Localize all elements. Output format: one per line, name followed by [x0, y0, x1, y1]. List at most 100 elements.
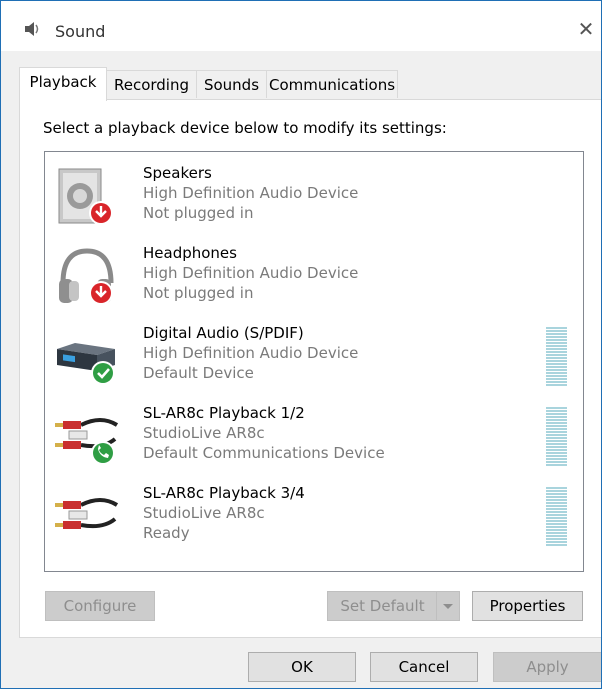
meter-segment: [546, 437, 567, 439]
meter-segment: [546, 330, 567, 332]
tab-recording[interactable]: Recording: [106, 70, 197, 98]
device-name: SL-AR8c Playback 3/4: [143, 484, 305, 502]
default-check-badge: [93, 363, 113, 383]
meter-segment: [546, 502, 567, 504]
device-digital-audio[interactable]: Digital Audio (S/PDIF) High Definition A…: [45, 317, 583, 397]
meter-segment: [546, 336, 567, 338]
meter-segment: [546, 407, 567, 409]
device-driver: High Definition Audio Device: [143, 344, 359, 362]
rca-cable-icon: [55, 418, 119, 465]
meter-segment: [546, 532, 567, 534]
title-bar: Sound ✕: [1, 1, 601, 51]
digital-audio-icon: [57, 343, 115, 385]
meter-segment: [546, 422, 567, 424]
meter-segment: [546, 419, 567, 421]
ok-button[interactable]: OK: [248, 652, 356, 682]
device-headphones[interactable]: Headphones High Definition Audio Device …: [45, 237, 583, 317]
playback-panel: Select a playback device below to modify…: [19, 99, 601, 638]
meter-segment: [546, 363, 567, 365]
meter-segment: [546, 538, 567, 540]
headphones-icon: [59, 248, 114, 305]
meter-segment: [546, 357, 567, 359]
meter-segment: [546, 413, 567, 415]
device-driver: High Definition Audio Device: [143, 184, 359, 202]
meter-segment: [546, 496, 567, 498]
meter-segment: [546, 360, 567, 362]
meter-segment: [546, 544, 567, 546]
meter-segment: [546, 345, 567, 347]
meter-segment: [546, 446, 567, 448]
meter-segment: [546, 425, 567, 427]
tab-communications[interactable]: Communications: [266, 70, 398, 98]
device-status: Not plugged in: [143, 284, 254, 302]
device-name: SL-AR8c Playback 1/2: [143, 404, 305, 422]
meter-segment: [546, 443, 567, 445]
apply-button[interactable]: Apply: [493, 652, 601, 682]
device-status: Default Communications Device: [143, 444, 385, 462]
device-name: Speakers: [143, 164, 212, 182]
meter-segment: [546, 505, 567, 507]
close-icon[interactable]: ✕: [575, 18, 597, 40]
meter-segment: [546, 431, 567, 433]
meter-segment: [546, 452, 567, 454]
meter-segment: [546, 520, 567, 522]
meter-segment: [546, 458, 567, 460]
chevron-down-icon: [443, 604, 453, 609]
meter-segment: [546, 455, 567, 457]
meter-segment: [546, 375, 567, 377]
meter-segment: [546, 434, 567, 436]
device-status: Default Device: [143, 364, 254, 382]
meter-segment: [546, 381, 567, 383]
tab-playback[interactable]: Playback: [19, 67, 107, 101]
sound-dialog: Sound ✕ Playback Recording Sounds Commun…: [0, 0, 602, 689]
meter-segment: [546, 416, 567, 418]
set-default-dropdown[interactable]: [436, 592, 459, 620]
device-sl-ar8c-3-4[interactable]: SL-AR8c Playback 3/4 StudioLive AR8c Rea…: [45, 477, 583, 557]
set-default-button[interactable]: Set Default: [327, 591, 460, 621]
level-meter: [546, 487, 567, 547]
meter-segment: [546, 440, 567, 442]
meter-segment: [546, 508, 567, 510]
meter-segment: [546, 354, 567, 356]
device-status: Ready: [143, 524, 190, 542]
properties-button[interactable]: Properties: [472, 591, 583, 621]
meter-segment: [546, 327, 567, 329]
set-default-label: Set Default: [340, 597, 425, 615]
meter-segment: [546, 490, 567, 492]
meter-segment: [546, 342, 567, 344]
meter-segment: [546, 461, 567, 463]
meter-segment: [546, 449, 567, 451]
meter-segment: [546, 410, 567, 412]
meter-segment: [546, 428, 567, 430]
speaker-app-icon: [25, 22, 39, 36]
tab-sounds[interactable]: Sounds: [196, 70, 267, 98]
meter-segment: [546, 378, 567, 380]
configure-button[interactable]: Configure: [45, 591, 155, 621]
level-meter: [546, 327, 567, 387]
meter-segment: [546, 351, 567, 353]
level-meter: [546, 407, 567, 467]
meter-segment: [546, 366, 567, 368]
device-speakers[interactable]: Speakers High Definition Audio Device No…: [45, 157, 583, 237]
meter-segment: [546, 384, 567, 386]
device-list[interactable]: Speakers High Definition Audio Device No…: [44, 151, 584, 572]
meter-segment: [546, 529, 567, 531]
cancel-button[interactable]: Cancel: [370, 652, 478, 682]
device-status: Not plugged in: [143, 204, 254, 222]
instruction-text: Select a playback device below to modify…: [43, 119, 447, 137]
meter-segment: [546, 523, 567, 525]
meter-segment: [546, 499, 567, 501]
window-title: Sound: [55, 22, 106, 41]
meter-segment: [546, 535, 567, 537]
device-sl-ar8c-1-2[interactable]: SL-AR8c Playback 1/2 StudioLive AR8c Def…: [45, 397, 583, 477]
meter-segment: [546, 372, 567, 374]
meter-segment: [546, 464, 567, 466]
meter-segment: [546, 348, 567, 350]
meter-segment: [546, 526, 567, 528]
device-driver: High Definition Audio Device: [143, 264, 359, 282]
meter-segment: [546, 493, 567, 495]
device-driver: StudioLive AR8c: [143, 504, 265, 522]
device-driver: StudioLive AR8c: [143, 424, 265, 442]
communications-phone-badge: [93, 443, 113, 463]
device-name: Headphones: [143, 244, 237, 262]
